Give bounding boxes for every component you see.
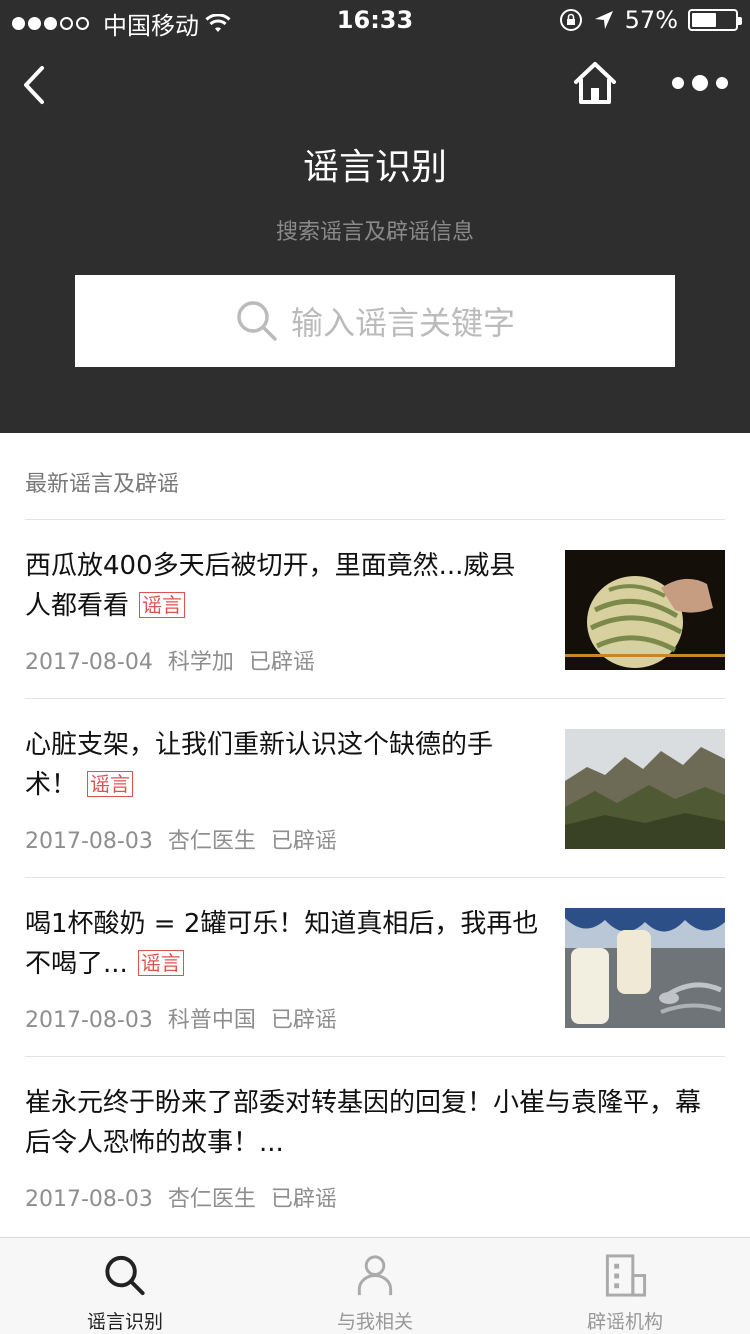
- page-title: 谣言识别: [302, 147, 447, 188]
- news-list: 西瓜放400多天后被切开，里面竟然...威县人都看看 谣言 2017-08-04 …: [25, 519, 725, 1235]
- news-title-text: 崔永元终于盼来了部委对转基因的回复！小崔与袁隆平，幕后令人恐怖的故事！...: [25, 1088, 702, 1158]
- news-title-text: 西瓜放400多天后被切开，里面竟然...威县人都看看: [25, 551, 516, 621]
- mountain-image[interactable]: [565, 729, 725, 849]
- rumor-tag: 谣言: [139, 592, 186, 618]
- news-meta: 2017-08-03 科普中国 已辟谣: [25, 1002, 345, 1034]
- tab-label: 谣言识别: [86, 1311, 163, 1333]
- battery-icon: [688, 9, 742, 31]
- news-title-text: 喝1杯酸奶 = 2罐可乐！知道真相后，我再也不喝了...: [25, 909, 539, 979]
- tab-label: 与我相关: [336, 1311, 413, 1333]
- news-item[interactable]: 心脏支架，让我们重新认识这个缺德的手术！ 谣言 2017-08-03 杏仁医生 已…: [25, 698, 725, 877]
- news-meta: 2017-08-03 杏仁医生 已辟谣: [25, 823, 345, 855]
- rumor-tag: 谣言: [137, 950, 184, 976]
- news-title[interactable]: 心脏支架，让我们重新认识这个缺德的手术！ 谣言: [25, 725, 540, 805]
- battery-percent: 57%: [624, 6, 678, 34]
- person-icon: [357, 1255, 393, 1296]
- news-item[interactable]: 崔永元终于盼来了部委对转基因的回复！小崔与袁隆平，幕后令人恐怖的故事！... 2…: [25, 1056, 725, 1235]
- rotation-lock-icon: [559, 9, 582, 31]
- search-icon: [237, 301, 277, 341]
- search-input[interactable]: 输入谣言关键字: [75, 275, 675, 367]
- search-placeholder: 输入谣言关键字: [290, 304, 515, 342]
- news-source: 杏仁医生: [167, 1187, 256, 1212]
- home-icon: [574, 62, 616, 104]
- more-button[interactable]: [672, 68, 728, 98]
- status-bar: 中国移动 16:33 57%: [0, 0, 750, 40]
- news-title[interactable]: 西瓜放400多天后被切开，里面竟然...威县人都看看 谣言: [25, 546, 540, 626]
- tab-rumor-search[interactable]: 谣言识别: [0, 1238, 250, 1334]
- yogurt-image[interactable]: [565, 908, 725, 1028]
- tab-debunk-agencies[interactable]: 辟谣机构: [500, 1238, 750, 1334]
- tab-bar: 谣言识别 与我相关 辟谣机构: [0, 1237, 750, 1334]
- status-right: 57%: [559, 6, 742, 34]
- news-source: 杏仁医生: [167, 829, 256, 854]
- search-icon: [105, 1255, 145, 1296]
- news-item[interactable]: 喝1杯酸奶 = 2罐可乐！知道真相后，我再也不喝了... 谣言 2017-08-0…: [25, 877, 725, 1056]
- tab-label: 辟谣机构: [586, 1311, 663, 1333]
- header: 谣言识别 搜索谣言及辟谣信息 输入谣言关键字: [0, 40, 750, 433]
- page-subtitle: 搜索谣言及辟谣信息: [275, 220, 474, 245]
- home-button[interactable]: [570, 58, 620, 108]
- location-arrow-icon: [594, 11, 613, 29]
- section-title: 最新谣言及辟谣: [25, 472, 180, 497]
- tab-related-to-me[interactable]: 与我相关: [250, 1238, 500, 1334]
- more-dots-icon: [672, 77, 684, 89]
- news-date: 2017-08-04: [25, 650, 153, 675]
- building-icon: [605, 1254, 647, 1297]
- news-item[interactable]: 西瓜放400多天后被切开，里面竟然...威县人都看看 谣言 2017-08-04 …: [25, 519, 725, 698]
- watermelon-image[interactable]: [565, 550, 725, 670]
- news-date: 2017-08-03: [25, 1187, 153, 1212]
- battery-fill: [692, 13, 716, 27]
- rumor-tag: 谣言: [87, 771, 134, 797]
- news-date: 2017-08-03: [25, 1008, 153, 1033]
- news-source: 科学加: [167, 650, 234, 675]
- news-status: 已辟谣: [270, 1008, 337, 1033]
- news-title[interactable]: 喝1杯酸奶 = 2罐可乐！知道真相后，我再也不喝了... 谣言: [25, 904, 540, 984]
- news-meta: 2017-08-03 杏仁医生 已辟谣: [25, 1181, 345, 1213]
- back-button[interactable]: [14, 60, 58, 110]
- news-status: 已辟谣: [270, 829, 337, 854]
- news-status: 已辟谣: [270, 1187, 337, 1212]
- news-date: 2017-08-03: [25, 829, 153, 854]
- news-source: 科普中国: [167, 1008, 256, 1033]
- news-title[interactable]: 崔永元终于盼来了部委对转基因的回复！小崔与袁隆平，幕后令人恐怖的故事！...: [25, 1083, 725, 1163]
- news-meta: 2017-08-04 科学加 已辟谣: [25, 644, 323, 676]
- news-status: 已辟谣: [248, 650, 315, 675]
- chevron-left-icon: [24, 66, 44, 104]
